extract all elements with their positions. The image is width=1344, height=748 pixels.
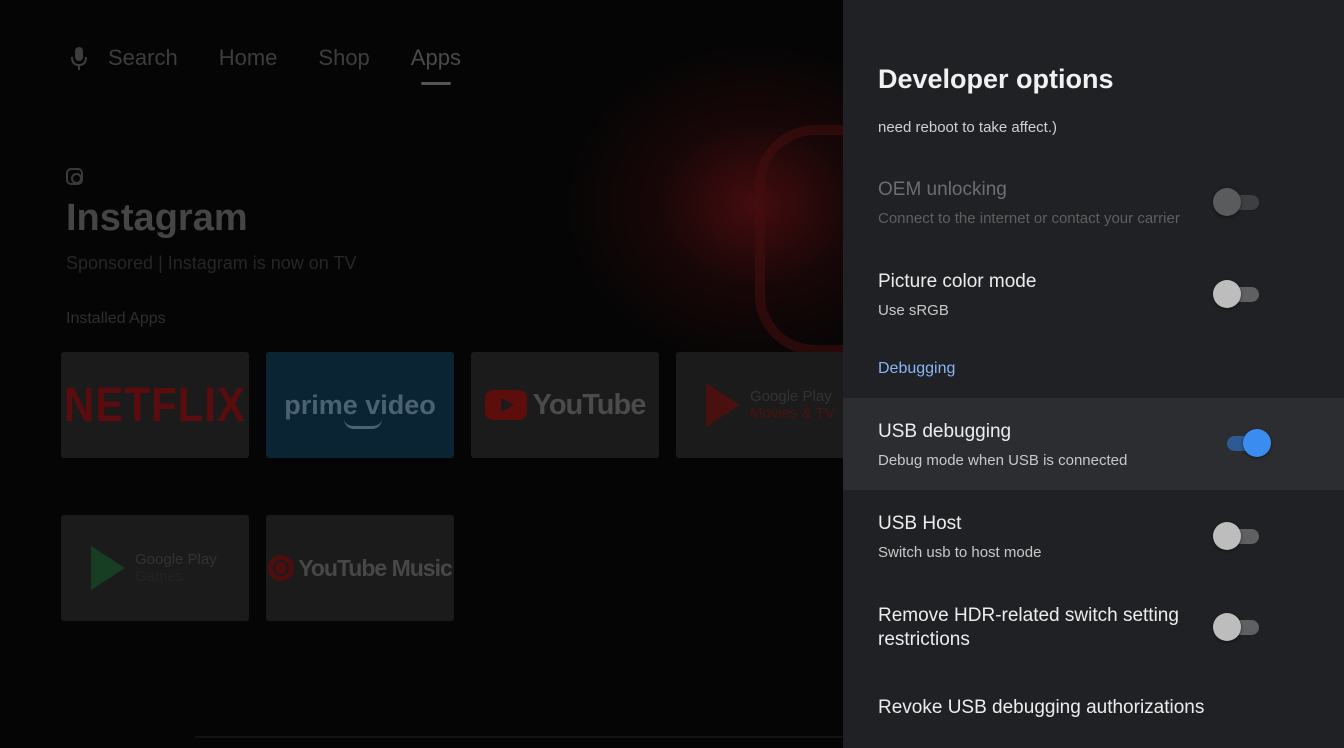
nav-tab-apps[interactable]: Apps	[410, 45, 461, 85]
toggle-knob	[1213, 522, 1241, 550]
setting-title: USB Host	[878, 513, 962, 534]
setting-title: Remove HDR-related switch setting restri…	[878, 605, 1179, 650]
microphone-icon[interactable]	[66, 43, 92, 73]
app-tile-prime-video[interactable]: prime video	[266, 352, 454, 458]
google-play-games-text: Google Play Games	[135, 551, 217, 585]
previous-item-truncated-text: need reboot to take affect.)	[878, 119, 1058, 136]
toggle-knob	[1213, 188, 1241, 216]
youtube-music-logo-text: YouTube Music	[298, 554, 453, 581]
netflix-logo: NETFLIX	[64, 377, 246, 432]
nav-search[interactable]: Search	[108, 45, 178, 71]
toggle-knob	[1213, 280, 1241, 308]
panel-title: Developer options	[878, 64, 1114, 94]
picture-color-mode-toggle[interactable]	[1213, 279, 1263, 309]
youtube-music-icon	[268, 555, 295, 581]
top-navigation: Search Home Shop Apps	[66, 38, 502, 85]
google-play-movies-logo: Google Play Movies & TV	[680, 383, 843, 427]
setting-title: Picture color mode	[878, 271, 1037, 292]
featured-subtitle: Sponsored | Instagram is now on TV	[66, 253, 357, 273]
setting-subtitle: Use sRGB	[878, 302, 949, 319]
nav-tab-shop[interactable]: Shop	[318, 45, 369, 71]
google-play-games-line1: Google Play	[135, 551, 217, 568]
prime-video-logo-text: prime video	[284, 389, 436, 420]
google-play-movies-icon	[706, 383, 740, 427]
prime-video-logo: prime video	[284, 389, 436, 429]
prime-smile-icon	[344, 419, 383, 429]
google-play-games-icon	[91, 546, 125, 590]
app-tile-google-play-games[interactable]: Google Play Games	[61, 515, 249, 621]
developer-options-panel: Developer options need reboot to take af…	[843, 0, 1344, 748]
setting-picture-color-mode[interactable]: Picture color mode Use sRGB	[843, 260, 1344, 332]
toggle-knob	[1213, 613, 1241, 641]
app-tile-youtube-music[interactable]: YouTube Music	[266, 515, 454, 621]
youtube-music-logo: YouTube Music	[268, 554, 453, 582]
google-play-games-logo: Google Play Games	[65, 546, 249, 590]
nav-tab-apps-label: Apps	[410, 45, 461, 70]
setting-title: OEM unlocking	[878, 179, 1007, 200]
setting-subtitle: Switch usb to host mode	[878, 544, 1042, 561]
google-play-movies-text: Google Play Movies & TV	[750, 388, 835, 422]
youtube-play-icon	[484, 390, 527, 420]
category-debugging: Debugging	[878, 360, 956, 377]
toggle-knob	[1243, 429, 1271, 457]
setting-usb-debugging[interactable]: USB debugging Debug mode when USB is con…	[843, 398, 1344, 490]
featured-title: Instagram	[66, 197, 248, 239]
google-play-movies-line1: Google Play	[750, 388, 832, 405]
oem-unlocking-toggle	[1213, 187, 1263, 217]
screen: Search Home Shop Apps Instagram Sponsore…	[0, 0, 1344, 748]
setting-revoke-usb-authorizations[interactable]: Revoke USB debugging authorizations	[843, 688, 1344, 728]
active-tab-indicator	[420, 82, 451, 85]
setting-usb-host[interactable]: USB Host Switch usb to host mode	[843, 502, 1344, 574]
youtube-logo: YouTube	[484, 388, 647, 422]
divider	[195, 736, 845, 738]
setting-title: USB debugging	[878, 421, 1012, 442]
nav-tab-home[interactable]: Home	[219, 45, 278, 71]
usb-host-toggle[interactable]	[1213, 521, 1263, 551]
instagram-icon	[66, 168, 83, 185]
google-play-games-line2: Games	[135, 568, 184, 585]
setting-subtitle: Connect to the internet or contact your …	[878, 210, 1180, 227]
usb-debugging-toggle[interactable]	[1225, 428, 1275, 458]
remove-hdr-restrictions-toggle[interactable]	[1213, 612, 1263, 642]
setting-subtitle: Debug mode when USB is connected	[878, 452, 1128, 469]
app-tile-google-play-movies[interactable]: Google Play Movies & TV	[676, 352, 843, 458]
setting-remove-hdr-restrictions[interactable]: Remove HDR-related switch setting restri…	[843, 596, 1344, 658]
installed-apps-label: Installed Apps	[66, 310, 166, 327]
launcher-background: Search Home Shop Apps Instagram Sponsore…	[0, 0, 925, 748]
setting-title: Revoke USB debugging authorizations	[878, 697, 1205, 718]
youtube-logo-text: YouTube	[532, 388, 647, 421]
google-play-movies-line2: Movies & TV	[750, 405, 835, 422]
app-tile-netflix[interactable]: NETFLIX	[61, 352, 249, 458]
setting-oem-unlocking: OEM unlocking Connect to the internet or…	[843, 168, 1344, 240]
app-tile-youtube[interactable]: YouTube	[471, 352, 659, 458]
